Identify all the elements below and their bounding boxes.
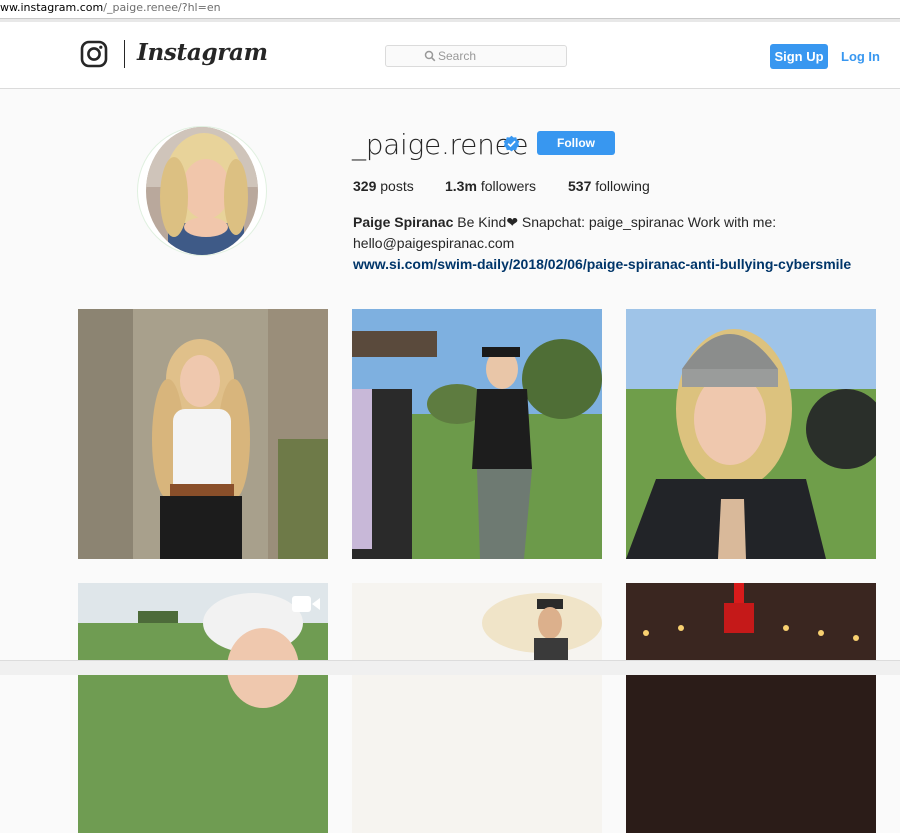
- url-host: ww.instagram.com: [0, 1, 104, 14]
- instagram-wordmark[interactable]: Instagram: [137, 39, 268, 66]
- post-thumbnail[interactable]: [352, 309, 602, 559]
- browser-address-bar[interactable]: ww.instagram.com/_paige.renee/?hl=en: [0, 0, 900, 19]
- profile-full-name: Paige Spiranac: [353, 214, 454, 230]
- bio-email: hello@paigespiranac.com: [353, 235, 515, 251]
- post-thumbnail[interactable]: [626, 309, 876, 559]
- post-thumbnail[interactable]: [626, 583, 876, 833]
- followers-stat[interactable]: 1.3m followers: [445, 178, 536, 194]
- sign-up-button[interactable]: Sign Up: [770, 44, 828, 69]
- post-photo: [352, 583, 602, 833]
- following-stat[interactable]: 537 following: [568, 178, 650, 194]
- post-photo: [78, 309, 328, 559]
- log-in-link[interactable]: Log In: [841, 49, 880, 64]
- follow-button[interactable]: Follow: [537, 131, 615, 155]
- url-path: /_paige.renee/?hl=en: [103, 1, 221, 14]
- posts-count: 329: [353, 178, 377, 194]
- horizontal-scrollbar[interactable]: [0, 660, 900, 675]
- post-photo: [78, 583, 328, 833]
- post-photo: [626, 309, 876, 559]
- followers-label: followers: [480, 178, 537, 194]
- following-label: following: [595, 178, 650, 194]
- followers-count: 1.3m: [445, 178, 477, 194]
- post-thumbnail[interactable]: [352, 583, 602, 833]
- post-thumbnail[interactable]: [78, 583, 328, 833]
- search-input[interactable]: [438, 46, 528, 66]
- profile-bio: Paige Spiranac Be Kind❤ Snapchat: paige_…: [353, 212, 853, 275]
- profile-website-link[interactable]: www.si.com/swim-daily/2018/02/06/paige-s…: [353, 256, 851, 272]
- instagram-camera-icon[interactable]: [80, 40, 108, 68]
- search-icon: [424, 50, 436, 62]
- posts-stat: 329 posts: [353, 178, 414, 194]
- profile-avatar-ring: [137, 126, 267, 256]
- following-count: 537: [568, 178, 592, 194]
- search-box[interactable]: [385, 45, 567, 67]
- post-thumbnail[interactable]: [78, 309, 328, 559]
- avatar[interactable]: [146, 127, 258, 255]
- profile-username: _paige.renee: [352, 128, 529, 161]
- post-photo: [352, 309, 602, 559]
- avatar-photo: [146, 127, 258, 255]
- verified-badge-icon: [503, 135, 520, 152]
- post-photo: [626, 583, 876, 833]
- posts-label: posts: [380, 178, 414, 194]
- video-camera-icon: [292, 596, 320, 612]
- logo-divider: [124, 40, 125, 68]
- bio-text: Be Kind❤ Snapchat: paige_spiranac Work w…: [453, 214, 777, 230]
- top-navbar: Instagram Sign Up Log In: [0, 22, 900, 89]
